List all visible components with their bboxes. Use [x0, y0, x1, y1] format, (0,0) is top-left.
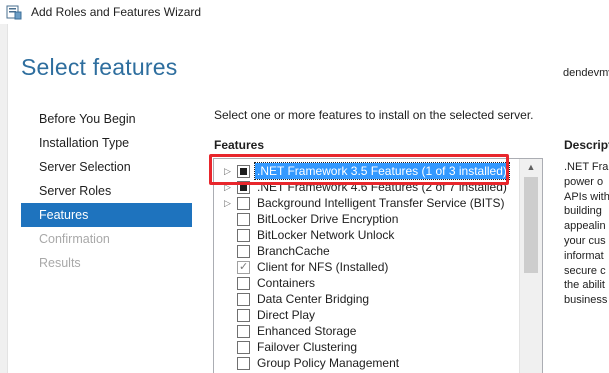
- feature-label[interactable]: Failover Clustering: [257, 339, 357, 355]
- nav-item-server-selection[interactable]: Server Selection: [21, 155, 192, 179]
- feature-checkbox[interactable]: [237, 259, 250, 275]
- feature-checkbox[interactable]: [237, 245, 250, 258]
- window-title: Add Roles and Features Wizard: [31, 5, 202, 19]
- feature-row[interactable]: ▷ .NET Framework 3.5 Features (1 of 3 in…: [214, 162, 520, 180]
- feature-checkbox[interactable]: [237, 277, 250, 290]
- feature-label[interactable]: .NET Framework 3.5 Features (1 of 3 inst…: [254, 162, 510, 180]
- feature-label[interactable]: BranchCache: [257, 243, 330, 259]
- feature-row[interactable]: ▷ .NET Framework 4.6 Features (2 of 7 in…: [214, 179, 520, 195]
- feature-checkbox[interactable]: [237, 293, 250, 306]
- feature-label[interactable]: Data Center Bridging: [257, 291, 369, 307]
- description-heading: Descript: [564, 138, 609, 152]
- server-manager-icon: [6, 5, 22, 20]
- feature-row[interactable]: Group Policy Management: [214, 355, 520, 371]
- feature-row[interactable]: BranchCache: [214, 243, 520, 259]
- description-line: building: [564, 205, 602, 218]
- nav-item-results: Results: [39, 256, 81, 270]
- feature-row[interactable]: BitLocker Network Unlock: [214, 227, 520, 243]
- feature-label[interactable]: Group Policy Management: [257, 355, 399, 371]
- feature-label[interactable]: Client for NFS (Installed): [257, 259, 388, 275]
- description-text: .NET Fra power o APIs with building appe…: [564, 160, 609, 308]
- feature-checkbox[interactable]: [237, 325, 250, 338]
- features-list: ▷ .NET Framework 3.5 Features (1 of 3 in…: [214, 162, 520, 371]
- feature-row[interactable]: Failover Clustering: [214, 339, 520, 355]
- nav-item-confirmation: Confirmation: [39, 232, 110, 246]
- feature-checkbox[interactable]: [237, 181, 250, 194]
- feature-label[interactable]: BitLocker Drive Encryption: [257, 211, 398, 227]
- destination-server-name: dendevmv: [563, 67, 609, 79]
- feature-label[interactable]: Background Intelligent Transfer Service …: [257, 195, 504, 211]
- feature-checkbox[interactable]: [237, 197, 250, 210]
- wizard-navigation: Before You Begin Installation Type Serve…: [21, 107, 192, 275]
- expand-arrow-icon[interactable]: ▷: [224, 179, 232, 195]
- feature-row[interactable]: ▷ Background Intelligent Transfer Servic…: [214, 195, 520, 211]
- feature-row[interactable]: Direct Play: [214, 307, 520, 323]
- instruction-text: Select one or more features to install o…: [214, 108, 534, 122]
- description-line: secure c: [564, 264, 606, 277]
- feature-row[interactable]: Enhanced Storage: [214, 323, 520, 339]
- description-line: appealin: [564, 220, 606, 233]
- nav-item-server-roles[interactable]: Server Roles: [21, 179, 192, 203]
- features-heading: Features: [214, 138, 265, 152]
- nav-item-before-you-begin[interactable]: Before You Begin: [21, 107, 192, 131]
- description-line: power o: [564, 175, 604, 188]
- expand-arrow-icon[interactable]: ▷: [224, 163, 232, 179]
- feature-checkbox[interactable]: [237, 309, 250, 322]
- title-bar: Add Roles and Features Wizard: [0, 0, 609, 24]
- scroll-thumb[interactable]: [524, 177, 538, 273]
- feature-checkbox[interactable]: [237, 229, 250, 242]
- feature-row[interactable]: Client for NFS (Installed): [214, 259, 520, 275]
- description-line: the abilit: [564, 279, 605, 292]
- feature-checkbox[interactable]: [237, 357, 250, 370]
- page-title: Select features: [21, 54, 178, 80]
- feature-label[interactable]: .NET Framework 4.6 Features (2 of 7 inst…: [257, 179, 507, 195]
- description-line: APIs with: [564, 190, 609, 203]
- feature-label[interactable]: Direct Play: [257, 307, 315, 323]
- window-left-edge: [0, 24, 8, 373]
- feature-label[interactable]: Enhanced Storage: [257, 323, 356, 339]
- feature-checkbox[interactable]: [237, 341, 250, 354]
- feature-checkbox[interactable]: [237, 165, 250, 178]
- description-line: informat: [564, 249, 604, 262]
- feature-row[interactable]: BitLocker Drive Encryption: [214, 211, 520, 227]
- description-line: .NET Fra: [564, 161, 609, 173]
- feature-label[interactable]: BitLocker Network Unlock: [257, 227, 394, 243]
- feature-checkbox[interactable]: [237, 213, 250, 226]
- feature-row[interactable]: Containers: [214, 275, 520, 291]
- features-tree[interactable]: ▷ .NET Framework 3.5 Features (1 of 3 in…: [213, 158, 543, 373]
- description-line: your cus: [564, 234, 606, 247]
- expand-arrow-icon[interactable]: ▷: [224, 195, 232, 211]
- nav-item-features[interactable]: Features: [21, 203, 192, 227]
- feature-row[interactable]: Data Center Bridging: [214, 291, 520, 307]
- description-line: business: [564, 294, 608, 307]
- nav-item-installation-type[interactable]: Installation Type: [21, 131, 192, 155]
- scroll-up-arrow-icon[interactable]: ▲: [520, 159, 542, 176]
- features-scrollbar[interactable]: ▲: [519, 159, 542, 373]
- feature-label[interactable]: Containers: [257, 275, 315, 291]
